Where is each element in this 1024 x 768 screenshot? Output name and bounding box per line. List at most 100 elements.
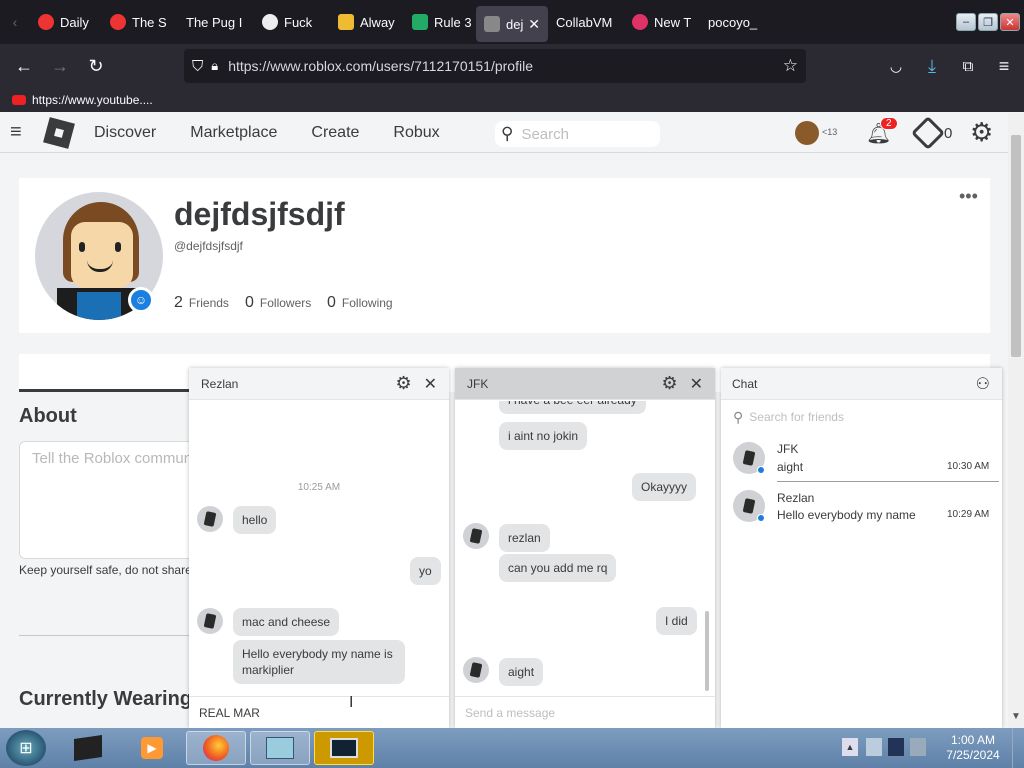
monitor-icon[interactable] — [888, 738, 904, 756]
clock-date: 7/25/2024 — [946, 748, 1000, 762]
chat-close-icon[interactable]: ✕ — [424, 374, 437, 394]
browser-tab[interactable]: CollabVM — [548, 0, 624, 44]
chat-scrollbar[interactable] — [705, 611, 709, 691]
tab-favicon-icon — [262, 14, 278, 30]
scroll-down-icon[interactable]: ▼ — [1011, 711, 1021, 722]
friends-stat[interactable]: 2 Friends — [174, 294, 229, 312]
forward-icon[interactable]: → — [42, 48, 78, 84]
show-desktop-button[interactable] — [1012, 728, 1024, 768]
friend-avatar[interactable] — [197, 608, 223, 634]
friend-avatar[interactable] — [463, 523, 489, 549]
close-window-icon[interactable]: ✕ — [1000, 13, 1020, 31]
app-taskbar-icon[interactable] — [314, 731, 374, 765]
clock[interactable]: 1:00 AM 7/25/2024 — [940, 733, 1006, 763]
maximize-icon[interactable]: ❐ — [978, 13, 998, 31]
pocket-icon[interactable]: ◡ — [878, 48, 914, 84]
bookmark-star-icon[interactable]: ☆ — [783, 56, 798, 76]
hamburger-icon[interactable]: ≡ — [10, 121, 30, 144]
tab-favicon-icon — [38, 14, 54, 30]
followers-stat[interactable]: 0 Followers — [245, 294, 311, 312]
url-bar[interactable]: ⛉ 🔒︎ https://www.roblox.com/users/711217… — [184, 49, 806, 83]
message-input[interactable]: Send a message — [455, 696, 715, 728]
conversation-item[interactable]: Rezlan Hello everybody my name 10:29 AM — [721, 488, 1002, 532]
browser-tab-active[interactable]: dej ✕ — [476, 6, 548, 42]
settings-gear-icon[interactable]: ⚙ — [970, 117, 993, 148]
about-title: About — [19, 405, 77, 427]
friend-avatar[interactable] — [197, 506, 223, 532]
tab-label: CollabVM — [556, 14, 613, 30]
roblox-logo-icon[interactable] — [43, 116, 75, 149]
nav-discover[interactable]: Discover — [94, 124, 156, 142]
header-avatar[interactable] — [795, 121, 819, 145]
conversation-time: 10:30 AM — [947, 461, 990, 472]
add-friends-icon[interactable]: ⚇ — [976, 374, 990, 394]
message-input[interactable]: REAL MAR — [189, 696, 449, 728]
chat-header[interactable]: Rezlan ⚙ ✕ — [189, 368, 449, 400]
about-textarea[interactable]: Tell the Roblox community — [19, 441, 199, 559]
tab-label: pocoyo_ — [708, 14, 758, 30]
conversation-name: Rezlan — [777, 491, 815, 505]
media-player-icon[interactable]: ▶ — [122, 731, 182, 765]
message-bubble: mac and cheese — [233, 608, 340, 636]
url-text[interactable]: https://www.roblox.com/users/7112170151/… — [228, 58, 533, 74]
conversation-divider — [777, 481, 999, 482]
message-bubble: hello — [233, 506, 277, 534]
browser-tab[interactable]: The S — [102, 0, 178, 44]
page-scrollbar[interactable]: ▼ — [1008, 113, 1024, 728]
nav-marketplace[interactable]: Marketplace — [190, 124, 277, 142]
bookmark-youtube[interactable]: https://www.youtube.... — [32, 93, 153, 107]
browser-tab[interactable]: The Pug I — [178, 0, 254, 44]
tray-expand-icon[interactable]: ▲ — [842, 738, 858, 756]
minimize-icon[interactable]: – — [956, 13, 976, 31]
browser-tab[interactable]: Rule 3 — [404, 0, 476, 44]
network-icon[interactable] — [866, 738, 882, 756]
tray-icons[interactable] — [866, 738, 926, 756]
browser-tab[interactable]: Daily — [30, 0, 102, 44]
chat-settings-gear-icon[interactable]: ⚙ — [661, 373, 677, 394]
scrollbar-thumb[interactable] — [1011, 135, 1021, 357]
chat-list-header[interactable]: Chat ⚇ — [721, 368, 1002, 400]
chat-messages[interactable]: i have a bee eer already i aint no jokin… — [455, 401, 715, 695]
nav-robux[interactable]: Robux — [393, 124, 439, 142]
conversation-item[interactable]: JFK aight 10:30 AM — [721, 438, 1002, 482]
message-bubble: rezlan — [499, 524, 550, 552]
firefox-taskbar-icon[interactable] — [186, 731, 246, 765]
tab-favicon-icon — [412, 14, 428, 30]
reload-icon[interactable]: ↻ — [78, 48, 114, 84]
tab-label: The S — [132, 14, 167, 30]
downloads-icon[interactable]: ⤓ — [914, 48, 950, 84]
chat-settings-gear-icon[interactable]: ⚙ — [395, 373, 411, 394]
taskbar-app-icon[interactable] — [58, 731, 118, 765]
friend-avatar[interactable] — [463, 657, 489, 683]
friend-search-input[interactable]: ⚲ Search for friends — [733, 408, 993, 426]
tab-close-icon[interactable]: ✕ — [528, 16, 540, 33]
roblox-search-input[interactable]: ⚲ Search — [495, 121, 660, 147]
start-button-icon[interactable]: ⊞ — [6, 730, 46, 766]
browser-tab[interactable]: Alway — [330, 0, 404, 44]
back-icon[interactable]: ← — [6, 48, 42, 84]
following-stat[interactable]: 0 Following — [327, 294, 393, 312]
more-options-icon[interactable]: ••• — [959, 186, 978, 207]
lock-icon[interactable]: 🔒︎ — [211, 58, 218, 74]
extensions-icon[interactable]: ⧉ — [950, 48, 986, 84]
nav-create[interactable]: Create — [311, 124, 359, 142]
browser-navbar: ← → ↻ ⛉ 🔒︎ https://www.roblox.com/users/… — [0, 44, 1024, 88]
message-bubble: i aint no jokin — [499, 422, 588, 450]
volume-icon[interactable] — [910, 738, 926, 756]
message-bubble: aight — [499, 658, 544, 686]
browser-tab[interactable]: pocoyo_ — [700, 0, 778, 44]
chat-close-icon[interactable]: ✕ — [690, 374, 703, 394]
browser-tab[interactable]: Fuck — [254, 0, 330, 44]
tab-favicon-icon — [110, 14, 126, 30]
shield-icon[interactable]: ⛉ — [192, 58, 203, 75]
explorer-taskbar-icon[interactable] — [250, 731, 310, 765]
menu-icon[interactable]: ≡ — [986, 48, 1022, 84]
chat-header[interactable]: JFK ⚙ ✕ — [455, 368, 715, 400]
text-cursor-icon: I — [349, 694, 354, 711]
chat-timestamp: 10:25 AM — [297, 482, 341, 493]
chat-list-panel: Chat ⚇ ⚲ Search for friends JFK aight 10… — [721, 368, 1002, 728]
tab-scroll-left-icon[interactable]: ‹ — [0, 4, 30, 40]
message-bubble-own: I did — [656, 607, 697, 635]
robux-icon[interactable] — [911, 116, 945, 150]
browser-tab[interactable]: New T — [624, 0, 700, 44]
